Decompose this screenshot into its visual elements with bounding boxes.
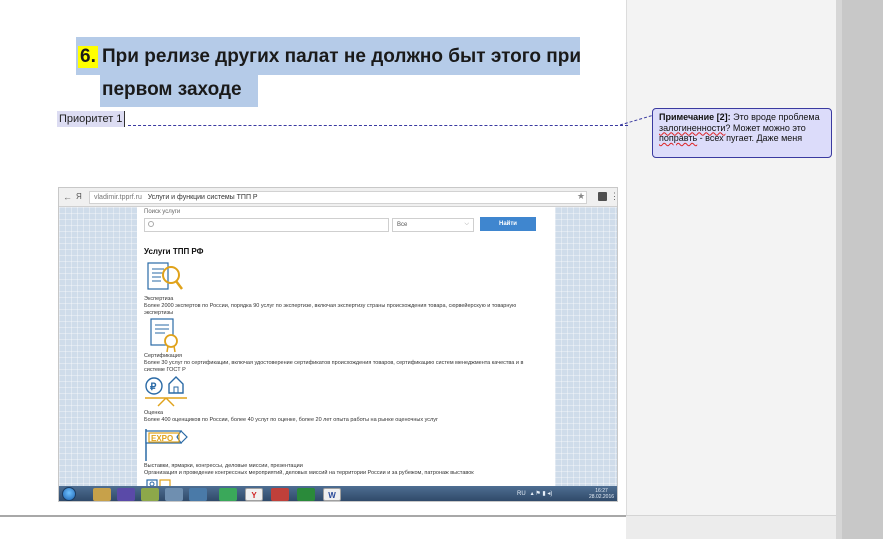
search-input [144, 218, 389, 232]
valuation-icon: ₽ [145, 376, 187, 407]
comment-misspelled-word-1: залогиненности [659, 122, 726, 133]
service-desc-expertise: Более 2000 экспертов по России, порядка … [144, 303, 517, 316]
window-background [836, 0, 883, 539]
address-domain: vladimir.tpprf.ru [94, 194, 142, 201]
expo-icon: EXPO [145, 429, 188, 461]
menu-icon: ⋮ [610, 191, 617, 202]
comment-text-after: - всех пугает. Даже меня [697, 133, 803, 143]
background-pattern-left [59, 207, 137, 487]
address-bar: vladimir.tpprf.ru Услуги и функции систе… [89, 191, 587, 204]
network-icon [189, 488, 207, 501]
page-content: Поиск услуги Все ⌵ Найти Услуги ТПП РФ Э… [137, 207, 555, 489]
document-page: 6. При релизе других палат не должно быт… [0, 0, 626, 539]
explorer-icon [93, 488, 111, 501]
expo-label: EXPO [151, 434, 173, 443]
comment-markup-pane [626, 0, 836, 539]
heading-text-line2: первом заходе [102, 79, 242, 100]
heading-text-line1: При релизе других палат не должно быт эт… [102, 46, 582, 67]
pane-edge [836, 0, 842, 539]
clock: 16:27 28.02.2016 [589, 488, 614, 500]
address-page-title: Услуги и функции системы ТПП Р [147, 194, 258, 201]
background-pattern-right [555, 207, 617, 487]
next-page [0, 517, 626, 539]
service-desc-certification: Более 30 услуг по сертификации, включая … [144, 360, 524, 373]
paint-icon [141, 488, 159, 501]
back-arrow-icon: ← [63, 192, 72, 202]
embedded-screenshot[interactable]: ← Я vladimir.tpprf.ru Услуги и функции с… [58, 187, 618, 502]
comment-connector-diagonal [620, 114, 655, 126]
yandex-browser-icon: Y [245, 488, 263, 501]
windows-taskbar: Y W RU ▴ ⚑ ▮ ◂) 16:27 28.02.2016 [59, 486, 617, 501]
media-icon [117, 488, 135, 501]
extension-icon [598, 192, 607, 201]
excel-icon [297, 488, 315, 501]
heading-number: 6. [78, 46, 98, 68]
tray-icons: ▴ ⚑ ▮ ◂) [527, 491, 553, 497]
yandex-logo-icon: Я [76, 192, 82, 201]
markup-pane-bottom [626, 515, 836, 539]
clock-date: 28.02.2016 [589, 494, 615, 500]
comment-text-middle: ? Может можно это [725, 122, 806, 133]
search-icon [148, 221, 154, 227]
service-name-certification: Сертификация [144, 353, 182, 359]
service-desc-expo: Организация и проведение конгрессных мер… [144, 470, 474, 476]
priority-text[interactable]: Приоритет 1 [57, 111, 126, 127]
chevron-down-icon: ⌵ [464, 221, 469, 227]
browser-toolbar: ← Я vladimir.tpprf.ru Услуги и функции с… [59, 188, 617, 207]
service-desc-valuation: Более 400 оценщиков по России, более 40 … [144, 417, 438, 423]
certification-icon [150, 318, 178, 353]
svg-text:₽: ₽ [150, 382, 157, 393]
document-icon [165, 488, 183, 501]
system-tray: RU ▴ ⚑ ▮ ◂) [517, 490, 552, 497]
torrent-icon [219, 488, 237, 501]
comment-balloon[interactable]: Примечание [2]: Это вроде проблема залог… [652, 108, 832, 158]
expertise-icon [147, 262, 183, 290]
comment-label: Примечание [2]: [659, 112, 731, 122]
language-indicator: RU [517, 491, 526, 497]
comment-text-before: Это вроде проблема [730, 112, 820, 122]
word-icon: W [323, 488, 341, 501]
find-button: Найти [480, 217, 536, 231]
service-name-valuation: Оценка [144, 410, 164, 416]
bookmark-star-icon: ★ [577, 191, 586, 201]
search-label: Поиск услуги [144, 209, 181, 215]
service-name-expertise: Экспертиза [144, 296, 174, 302]
services-title: Услуги ТПП РФ [144, 247, 204, 256]
service-name-expo: Выставки, ярмарки, конгрессы, деловые ми… [144, 463, 303, 469]
category-select-value: Все [397, 222, 408, 228]
presentation-icon [271, 488, 289, 501]
comment-connector-line [128, 125, 628, 126]
start-button-icon [62, 487, 76, 501]
category-select: Все ⌵ [392, 218, 474, 232]
comment-misspelled-word-2: поправть [659, 133, 698, 143]
